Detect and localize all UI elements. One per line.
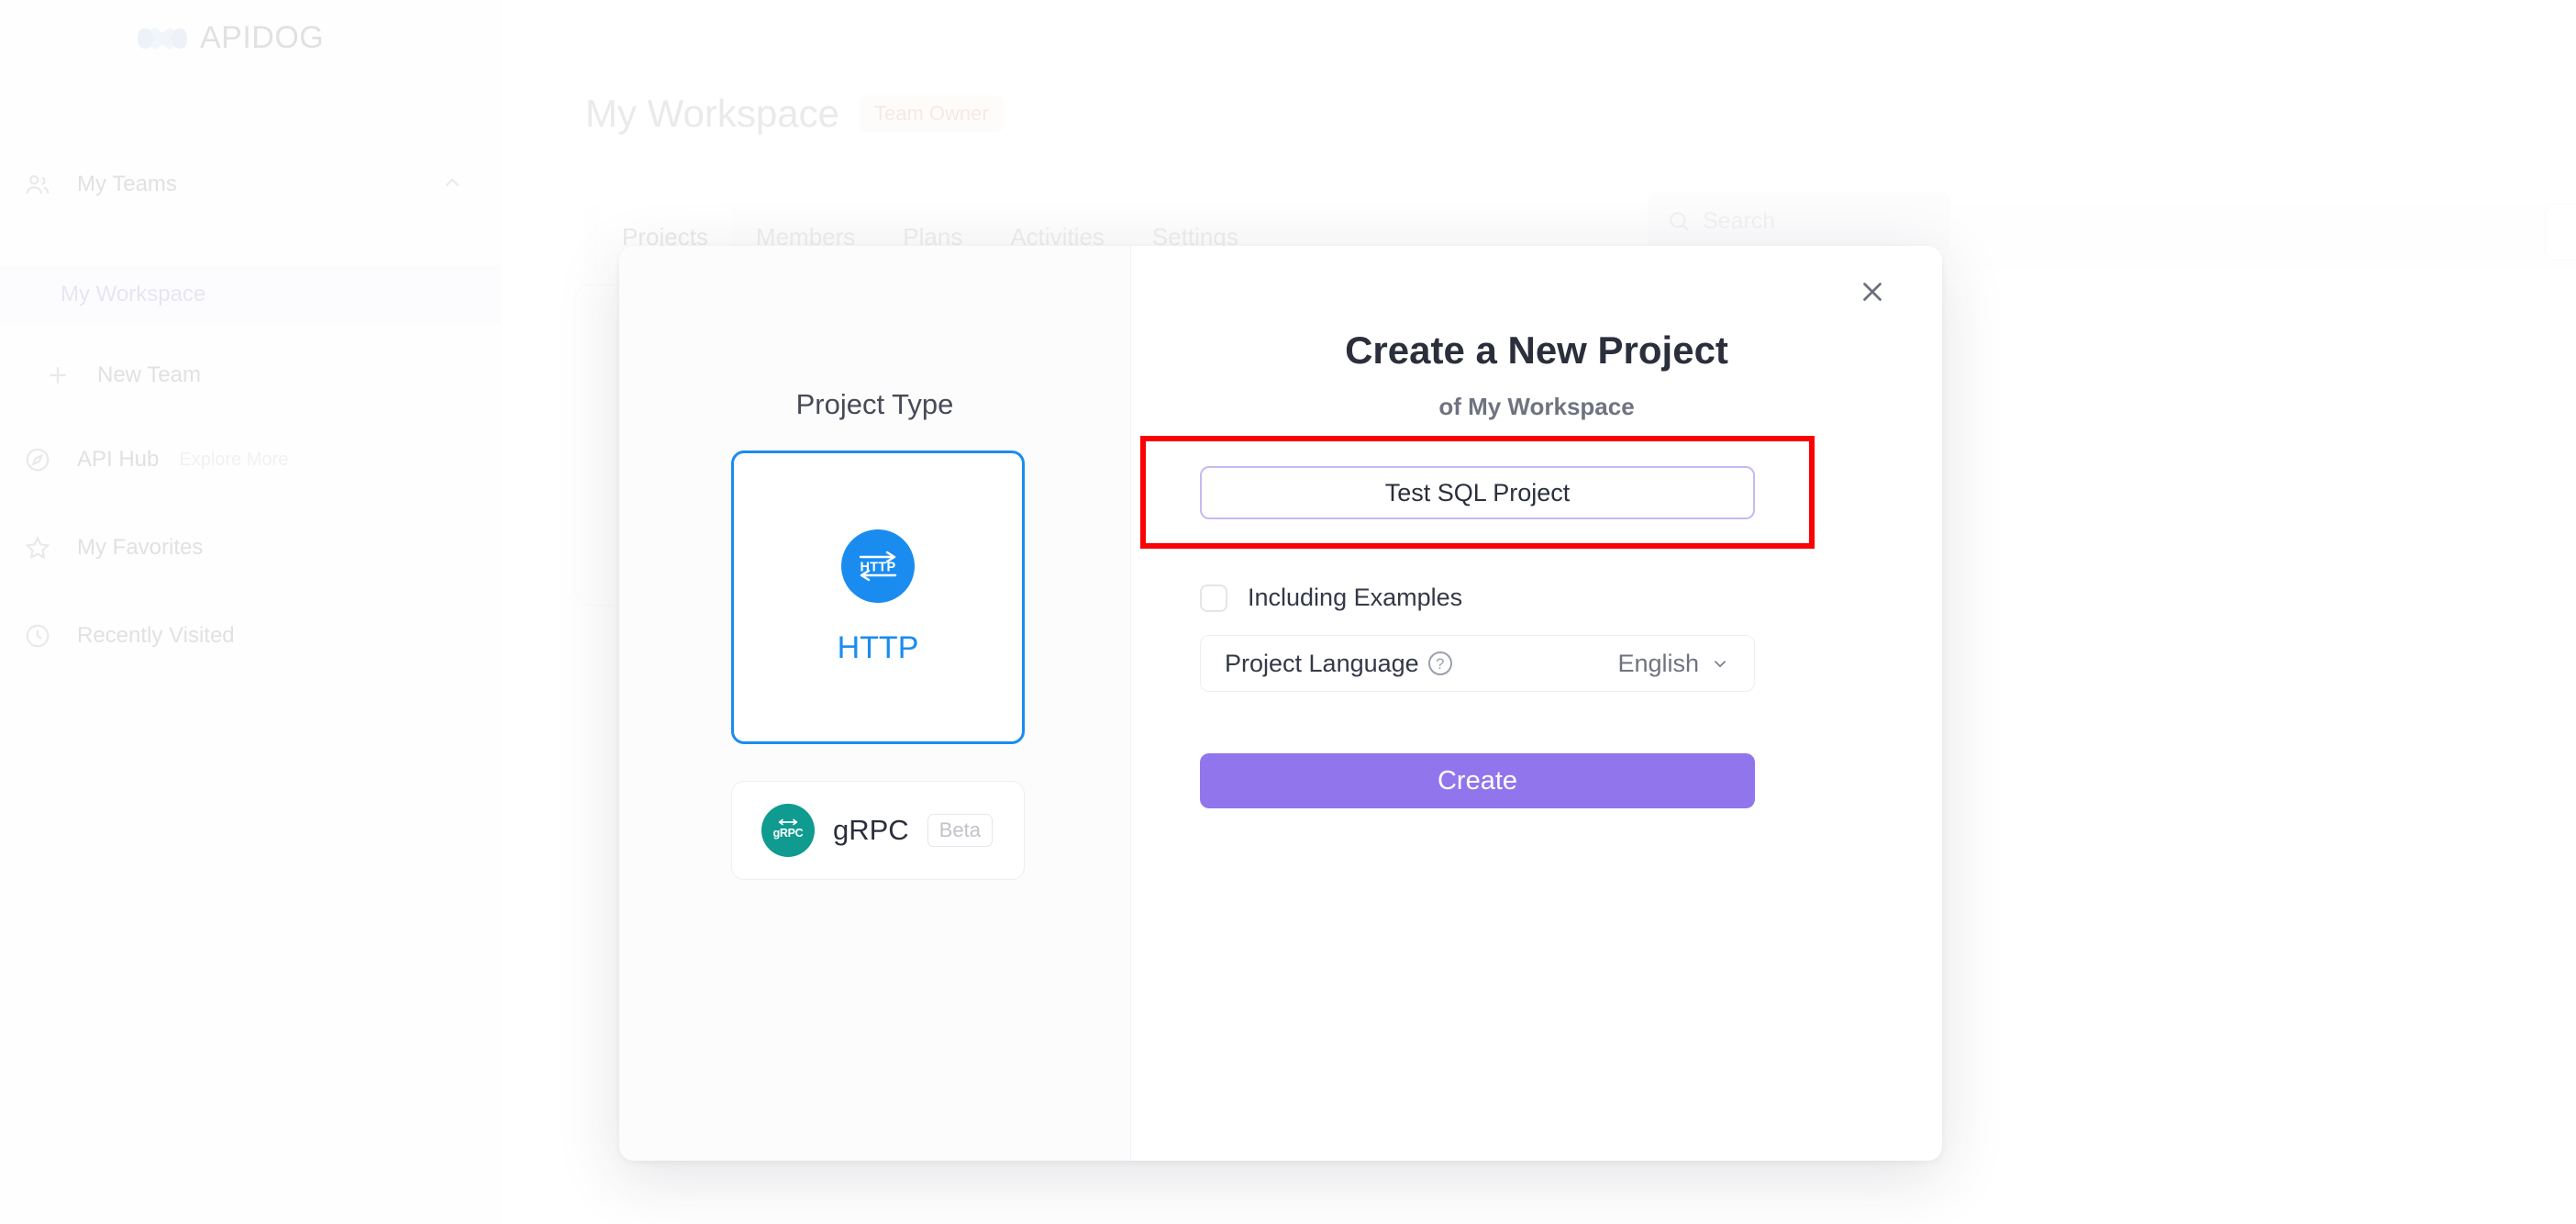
project-type-grpc-card[interactable]: gRPC gRPC Beta xyxy=(731,781,1025,880)
modal-subtitle: of My Workspace xyxy=(1438,393,1635,420)
project-language-row[interactable]: Project Language ? English xyxy=(1200,635,1755,692)
chevron-down-icon xyxy=(1710,653,1730,673)
sidebar-item-label: API Hub xyxy=(77,447,160,472)
sidebar-item-recently-visited[interactable]: Recently Visited xyxy=(0,607,501,664)
question-circle-icon[interactable]: ? xyxy=(1427,651,1452,675)
sidebar-item-my-favorites[interactable]: My Favorites xyxy=(0,519,501,576)
project-language-value-group[interactable]: English xyxy=(1617,650,1730,678)
app-root: APIDOG My Teams My Workspace New Team AP… xyxy=(0,0,2576,1224)
app-logo-text: APIDOG xyxy=(200,20,325,55)
project-language-value: English xyxy=(1617,649,1699,677)
star-icon xyxy=(24,534,61,562)
including-examples-label: Including Examples xyxy=(1248,584,1463,611)
sidebar-workspace-label: My Workspace xyxy=(61,282,206,306)
search-icon xyxy=(1666,208,1692,234)
chevron-up-icon[interactable] xyxy=(440,171,464,199)
svg-text:gRPC: gRPC xyxy=(773,827,804,840)
apidog-bone-logo-icon xyxy=(138,23,187,54)
create-button[interactable]: Create xyxy=(1200,753,1755,808)
sidebar-item-label: My Favorites xyxy=(77,535,204,560)
project-type-grpc-label: gRPC xyxy=(833,814,909,846)
plus-icon xyxy=(44,362,81,389)
sidebar-item-my-workspace[interactable]: My Workspace xyxy=(0,266,501,323)
search-placeholder: Search xyxy=(1703,207,1776,234)
including-examples-checkbox-row[interactable]: Including Examples xyxy=(1200,584,1462,612)
including-examples-checkbox[interactable] xyxy=(1200,584,1227,612)
project-type-http-label: HTTP xyxy=(837,629,919,665)
clock-icon xyxy=(24,622,61,650)
page-title-row: My Workspace Team Owner xyxy=(585,92,1004,136)
beta-badge: Beta xyxy=(927,814,993,847)
page-title: My Workspace xyxy=(585,92,839,135)
sidebar-item-label: New Team xyxy=(97,362,201,387)
sidebar-item-my-teams[interactable]: My Teams xyxy=(0,156,501,213)
project-name-input[interactable]: Test SQL Project xyxy=(1200,466,1755,519)
grpc-icon: gRPC xyxy=(761,804,815,857)
create-project-form-panel: Create a New Project of My Workspace Tes… xyxy=(1131,246,1942,1161)
svg-text:HTTP: HTTP xyxy=(860,560,895,574)
project-type-http-card[interactable]: HTTP HTTP xyxy=(731,451,1025,744)
sidebar-item-new-team[interactable]: New Team xyxy=(0,347,501,404)
sidebar-item-label: Recently Visited xyxy=(77,623,235,648)
app-logo[interactable]: APIDOG xyxy=(138,20,324,56)
project-type-panel: Project Type HTTP HTTP gRPC gRPC Beta xyxy=(619,246,1131,1161)
status-badge: Team Owner xyxy=(859,95,1004,132)
close-icon[interactable] xyxy=(1847,266,1898,317)
import-project-button[interactable]: Import Project xyxy=(2545,204,2576,261)
project-language-label: Project Language xyxy=(1225,649,1419,677)
project-type-title: Project Type xyxy=(795,388,954,420)
sidebar-item-api-hub[interactable]: API Hub Explore More xyxy=(0,431,501,488)
sidebar-item-sublabel: Explore More xyxy=(179,449,289,470)
people-icon xyxy=(24,171,61,198)
search-input[interactable]: Search xyxy=(1648,193,1950,250)
sidebar: APIDOG My Teams My Workspace New Team AP… xyxy=(0,0,501,1224)
compass-icon xyxy=(24,446,61,473)
modal-title: Create a New Project xyxy=(1345,328,1728,372)
project-language-label-group: Project Language ? xyxy=(1225,650,1452,678)
sidebar-item-label: My Teams xyxy=(77,172,177,196)
http-exchange-icon: HTTP xyxy=(841,529,915,603)
create-project-modal: Project Type HTTP HTTP gRPC gRPC Beta Cr… xyxy=(619,246,1942,1161)
